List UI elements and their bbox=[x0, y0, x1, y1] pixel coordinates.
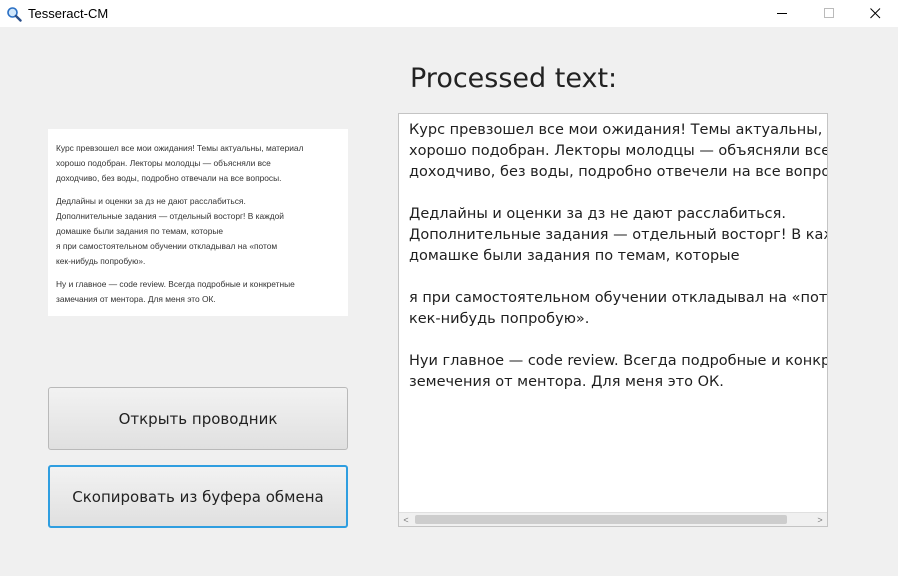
processed-text-content[interactable]: Курс превзошел все мои ожидания! Темы ак… bbox=[409, 120, 828, 414]
output-paragraph: Курс превзошел все мои ожидания! Темы ак… bbox=[409, 122, 828, 180]
output-paragraph: Дедлайны и оценки за дз не дают расслаби… bbox=[409, 206, 827, 264]
title-bar: Tesseract-CM bbox=[0, 0, 898, 27]
processed-text-area[interactable]: Курс превзошел все мои ожидания! Темы ак… bbox=[398, 113, 828, 527]
preview-paragraph: Дедлайны и оценки за дз не дают расслаби… bbox=[56, 196, 284, 266]
paste-from-clipboard-button[interactable]: Скопировать из буфера обмена bbox=[48, 465, 348, 528]
output-paragraph: я при самостоятельном обучении откладыва… bbox=[409, 290, 828, 327]
close-button[interactable] bbox=[852, 0, 898, 27]
maximize-button[interactable] bbox=[806, 0, 852, 27]
minimize-icon bbox=[776, 13, 787, 14]
magnifier-icon bbox=[7, 7, 22, 22]
close-icon bbox=[869, 8, 880, 19]
preview-paragraph: Ну и главное — code review. Всегда подро… bbox=[56, 279, 295, 304]
processed-text-heading: Processed text: bbox=[410, 63, 618, 94]
open-explorer-button[interactable]: Открыть проводник bbox=[48, 387, 348, 450]
horizontal-scrollbar[interactable]: < > bbox=[399, 512, 827, 526]
scroll-left-arrow-icon[interactable]: < bbox=[399, 513, 413, 526]
scroll-right-arrow-icon[interactable]: > bbox=[813, 513, 827, 526]
minimize-button[interactable] bbox=[759, 0, 805, 27]
source-image-preview: Курс превзошел все мои ожидания! Темы ак… bbox=[48, 129, 348, 316]
window-title: Tesseract-CM bbox=[28, 6, 109, 21]
scrollbar-thumb[interactable] bbox=[415, 515, 787, 524]
preview-paragraph: Курс превзошел все мои ожидания! Темы ак… bbox=[56, 143, 304, 183]
output-paragraph: Нуи главное — code review. Всегда подроб… bbox=[409, 353, 828, 390]
maximize-icon bbox=[823, 8, 834, 18]
